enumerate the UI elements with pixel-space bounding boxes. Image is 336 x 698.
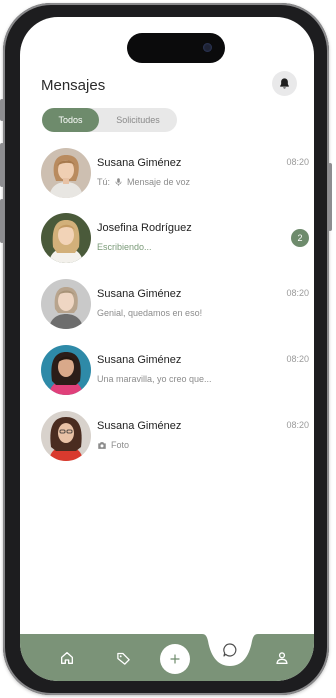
- chat-name: Josefina Rodríguez: [97, 222, 192, 234]
- mic-icon: [115, 178, 122, 186]
- chat-time: 08:20: [286, 420, 309, 430]
- home-icon: [61, 652, 73, 664]
- chat-row[interactable]: Susana Giménez Genial, quedamos en eso! …: [20, 279, 314, 339]
- new-message-button[interactable]: [160, 644, 190, 674]
- phone-frame: Mensajes Todos Solicitudes Susana Giméne…: [0, 3, 332, 695]
- preview-prefix: Tú:: [97, 177, 111, 187]
- chat-preview: Escribiendo...: [97, 242, 152, 252]
- chat-preview: Tú: Mensaje de voz: [97, 177, 190, 187]
- volume-down-button: [0, 199, 4, 243]
- bottom-nav: [20, 634, 314, 681]
- preview-text: Genial, quedamos en eso!: [97, 308, 203, 318]
- notifications-button[interactable]: [272, 71, 297, 96]
- chat-name: Susana Giménez: [97, 354, 182, 366]
- volume-up-button: [0, 143, 4, 187]
- nav-profile[interactable]: [271, 647, 293, 669]
- chat-name: Susana Giménez: [97, 420, 182, 432]
- chat-time: 08:20: [286, 288, 309, 298]
- profile-icon: [276, 652, 288, 664]
- typing-indicator: Escribiendo...: [97, 242, 152, 252]
- avatar: [41, 148, 91, 198]
- tag-icon: [116, 652, 130, 665]
- tab-solicitudes[interactable]: Solicitudes: [99, 108, 177, 132]
- chat-time: 08:20: [286, 157, 309, 167]
- camera-icon: [98, 441, 106, 449]
- nav-messages[interactable]: [218, 638, 242, 662]
- chat-row[interactable]: Susana Giménez Una maravilla, yo creo qu…: [20, 345, 314, 405]
- preview-text: Foto: [111, 440, 130, 450]
- chat-row[interactable]: Susana Giménez Foto 08:20: [20, 411, 314, 471]
- silent-switch: [0, 99, 4, 121]
- chat-preview: Genial, quedamos en eso!: [97, 308, 202, 318]
- chat-time: 08:20: [286, 354, 309, 364]
- screen: Mensajes Todos Solicitudes Susana Giméne…: [20, 17, 314, 681]
- chat-name: Susana Giménez: [97, 288, 182, 300]
- chat-row[interactable]: Susana Giménez Tú: Mensaje de voz 08:20: [20, 148, 314, 208]
- avatar: [41, 411, 91, 461]
- chat-bubble-icon: [223, 643, 237, 657]
- message-filter: Todos Solicitudes: [42, 108, 177, 132]
- dynamic-island: [127, 33, 225, 63]
- front-camera: [203, 43, 212, 52]
- avatar: [41, 345, 91, 395]
- page-title: Mensajes: [41, 77, 106, 94]
- unread-badge: 2: [291, 229, 309, 247]
- avatar: [41, 213, 91, 263]
- chat-row[interactable]: Josefina Rodríguez Escribiendo... 2: [20, 213, 314, 273]
- preview-text: Una maravilla, yo creo que...: [97, 374, 212, 384]
- chat-preview: Foto: [97, 440, 129, 450]
- avatar: [41, 279, 91, 329]
- bell-icon: [280, 78, 289, 89]
- preview-text: Mensaje de voz: [127, 177, 191, 187]
- power-button: [328, 163, 332, 231]
- tab-todos[interactable]: Todos: [42, 108, 99, 132]
- plus-icon: [170, 654, 180, 664]
- nav-home[interactable]: [56, 647, 78, 669]
- nav-tags[interactable]: [112, 647, 134, 669]
- chat-name: Susana Giménez: [97, 157, 182, 169]
- chat-preview: Una maravilla, yo creo que...: [97, 374, 212, 384]
